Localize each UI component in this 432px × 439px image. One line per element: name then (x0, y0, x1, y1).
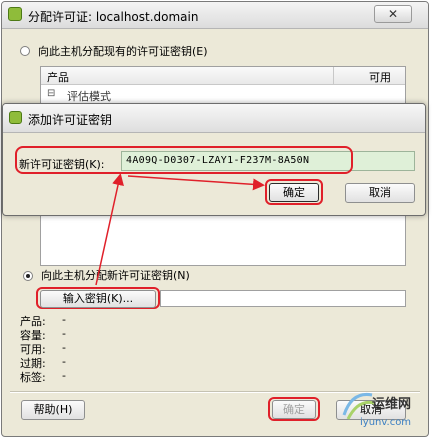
watermark: 运维网 iyunv.com (338, 385, 426, 435)
arrow-to-key-field (95, 173, 124, 286)
annotation-arrows (95, 173, 265, 286)
arrow-to-dialog-ok (127, 175, 265, 191)
watermark-logo-text: 运维网 (372, 397, 412, 412)
watermark-url: iyunv.com (360, 417, 412, 428)
